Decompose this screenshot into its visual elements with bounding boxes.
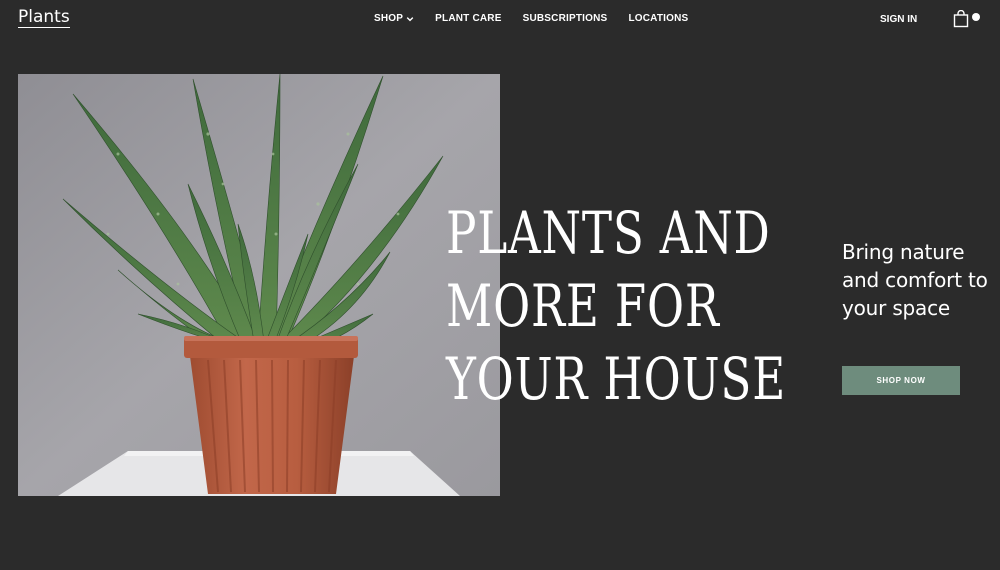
hero-headline-line: YOUR HOUSE xyxy=(446,345,787,413)
hero-image xyxy=(18,74,500,496)
hero-subtitle: Bring nature and comfort to your space xyxy=(842,240,988,320)
cart-button[interactable] xyxy=(953,9,983,28)
chevron-down-icon xyxy=(406,16,414,21)
shop-now-button[interactable]: SHOP NOW xyxy=(842,366,960,395)
hero-headline-line: MORE FOR xyxy=(446,272,720,340)
nav-item-plant-care[interactable]: PLANT CARE xyxy=(435,13,501,24)
nav-item-subscriptions[interactable]: SUBSCRIPTIONS xyxy=(523,13,608,24)
nav-item-label: LOCATIONS xyxy=(628,13,689,24)
shopping-bag-icon xyxy=(953,9,969,28)
hero-headline: PLANTS AND MORE FOR YOUR HOUSE xyxy=(446,197,787,416)
hero-headline-line: PLANTS AND xyxy=(446,199,771,267)
nav-item-label: SHOP xyxy=(374,13,404,24)
nav-item-label: SUBSCRIPTIONS xyxy=(522,13,608,24)
sign-in-link[interactable]: SIGN IN xyxy=(880,14,917,25)
cart-count-badge xyxy=(972,13,980,21)
aloe-plant-illustration xyxy=(18,74,500,496)
nav-item-label: PLANT CARE xyxy=(435,13,502,24)
nav-item-shop[interactable]: SHOP xyxy=(374,13,414,24)
nav-item-locations[interactable]: LOCATIONS xyxy=(628,13,688,24)
site-logo[interactable]: Plants xyxy=(18,8,70,28)
page: Plants SHOP PLANT CARE SUBSCRIPTIONS LOC… xyxy=(0,0,1000,570)
main-nav: SHOP PLANT CARE SUBSCRIPTIONS LOCATIONS xyxy=(374,13,688,24)
